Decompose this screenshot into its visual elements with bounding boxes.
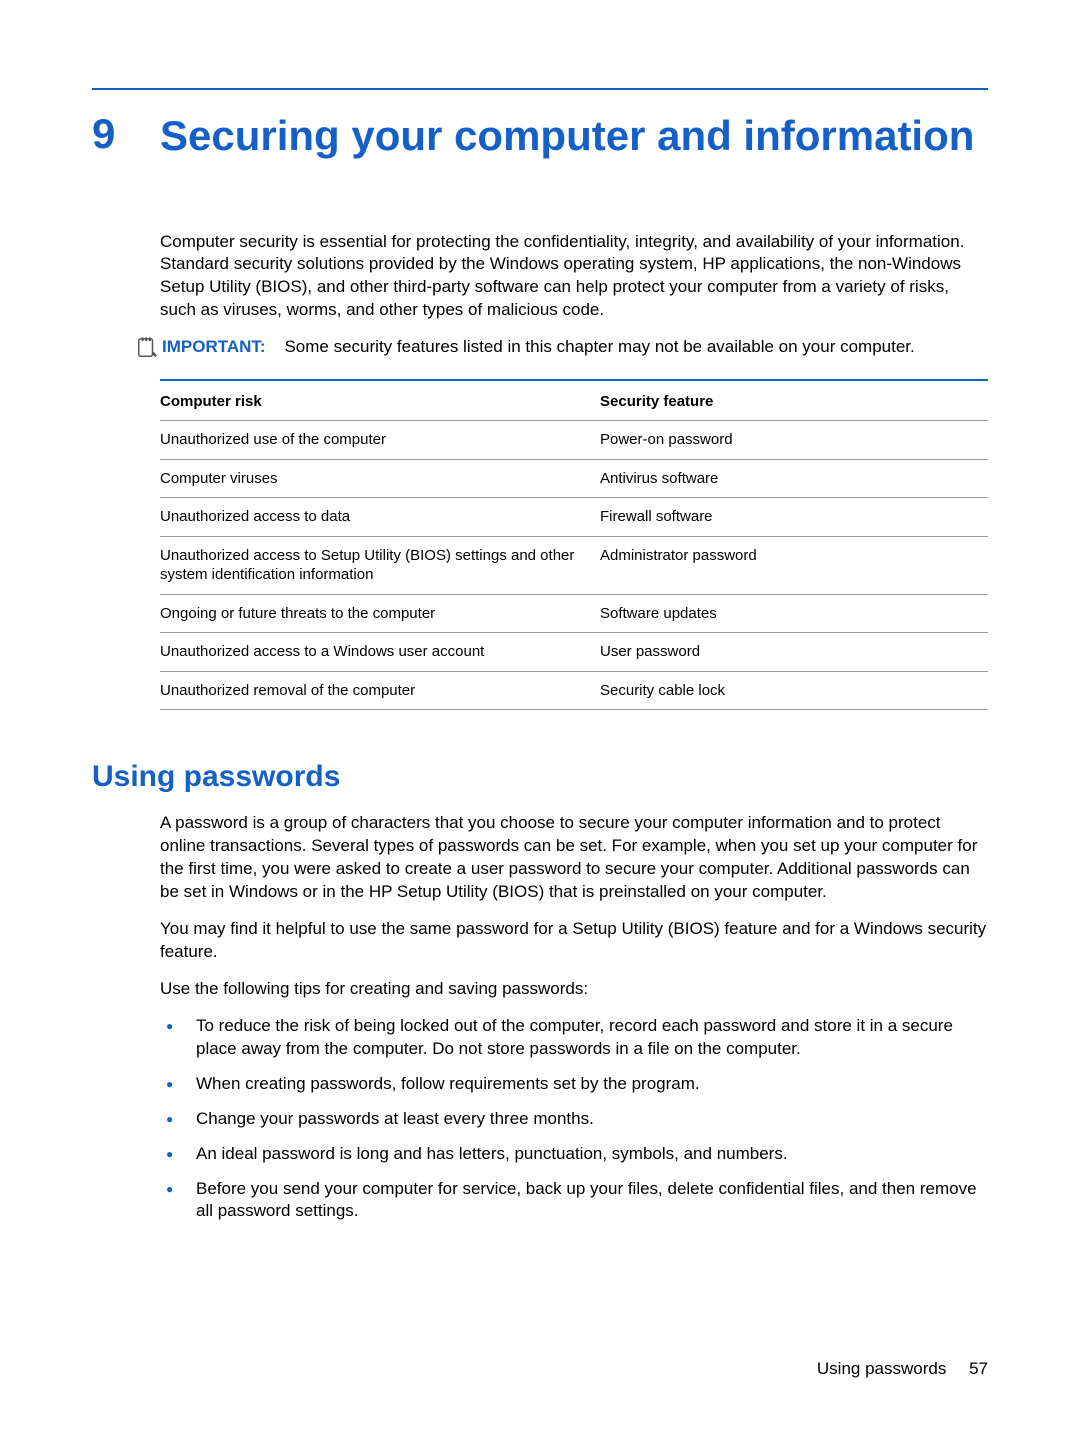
list-item: Before you send your computer for servic…: [160, 1178, 988, 1224]
section-heading: Using passwords: [92, 760, 988, 794]
intro-paragraph: Computer security is essential for prote…: [160, 231, 988, 323]
tips-list: To reduce the risk of being locked out o…: [160, 1015, 988, 1224]
important-label: IMPORTANT:: [162, 337, 266, 356]
cell-risk: Unauthorized removal of the computer: [160, 681, 600, 701]
table-row: Unauthorized access to a Windows user ac…: [160, 633, 988, 672]
table-row: Unauthorized access to Setup Utility (BI…: [160, 537, 988, 595]
important-note: IMPORTANT: Some security features listed…: [136, 336, 988, 359]
list-item: When creating passwords, follow requirem…: [160, 1073, 988, 1096]
chapter-title: Securing your computer and information: [160, 110, 974, 163]
cell-risk: Unauthorized access to data: [160, 507, 600, 527]
page-number: 57: [969, 1359, 988, 1378]
footer-label: Using passwords: [817, 1359, 946, 1378]
cell-feature: Software updates: [600, 604, 988, 624]
risk-feature-table: Computer risk Security feature Unauthori…: [160, 379, 988, 710]
section-paragraph-2: You may find it helpful to use the same …: [160, 918, 988, 964]
page-footer: Using passwords 57: [817, 1359, 988, 1379]
cell-feature: Antivirus software: [600, 469, 988, 489]
table-row: Computer viruses Antivirus software: [160, 460, 988, 499]
section-paragraph-1: A password is a group of characters that…: [160, 812, 988, 904]
cell-risk: Unauthorized access to Setup Utility (BI…: [160, 546, 600, 585]
list-item: Change your passwords at least every thr…: [160, 1108, 988, 1131]
list-item: To reduce the risk of being locked out o…: [160, 1015, 988, 1061]
chapter-heading: 9 Securing your computer and information: [92, 110, 988, 163]
cell-risk: Unauthorized use of the computer: [160, 430, 600, 450]
table-row: Unauthorized removal of the computer Sec…: [160, 672, 988, 711]
cell-risk: Ongoing or future threats to the compute…: [160, 604, 600, 624]
section-paragraph-3: Use the following tips for creating and …: [160, 978, 988, 1001]
table-header: Computer risk Security feature: [160, 381, 988, 421]
table-row: Unauthorized use of the computer Power-o…: [160, 421, 988, 460]
table-row: Ongoing or future threats to the compute…: [160, 595, 988, 634]
header-risk: Computer risk: [160, 393, 600, 410]
important-icon: [136, 337, 158, 359]
table-row: Unauthorized access to data Firewall sof…: [160, 498, 988, 537]
important-body: Some security features listed in this ch…: [284, 337, 914, 356]
cell-feature: Security cable lock: [600, 681, 988, 701]
header-feature: Security feature: [600, 393, 988, 410]
cell-risk: Computer viruses: [160, 469, 600, 489]
cell-feature: Power-on password: [600, 430, 988, 450]
cell-feature: Administrator password: [600, 546, 988, 585]
important-text: [270, 337, 284, 356]
cell-feature: Firewall software: [600, 507, 988, 527]
list-item: An ideal password is long and has letter…: [160, 1143, 988, 1166]
cell-risk: Unauthorized access to a Windows user ac…: [160, 642, 600, 662]
cell-feature: User password: [600, 642, 988, 662]
chapter-number: 9: [92, 110, 160, 158]
